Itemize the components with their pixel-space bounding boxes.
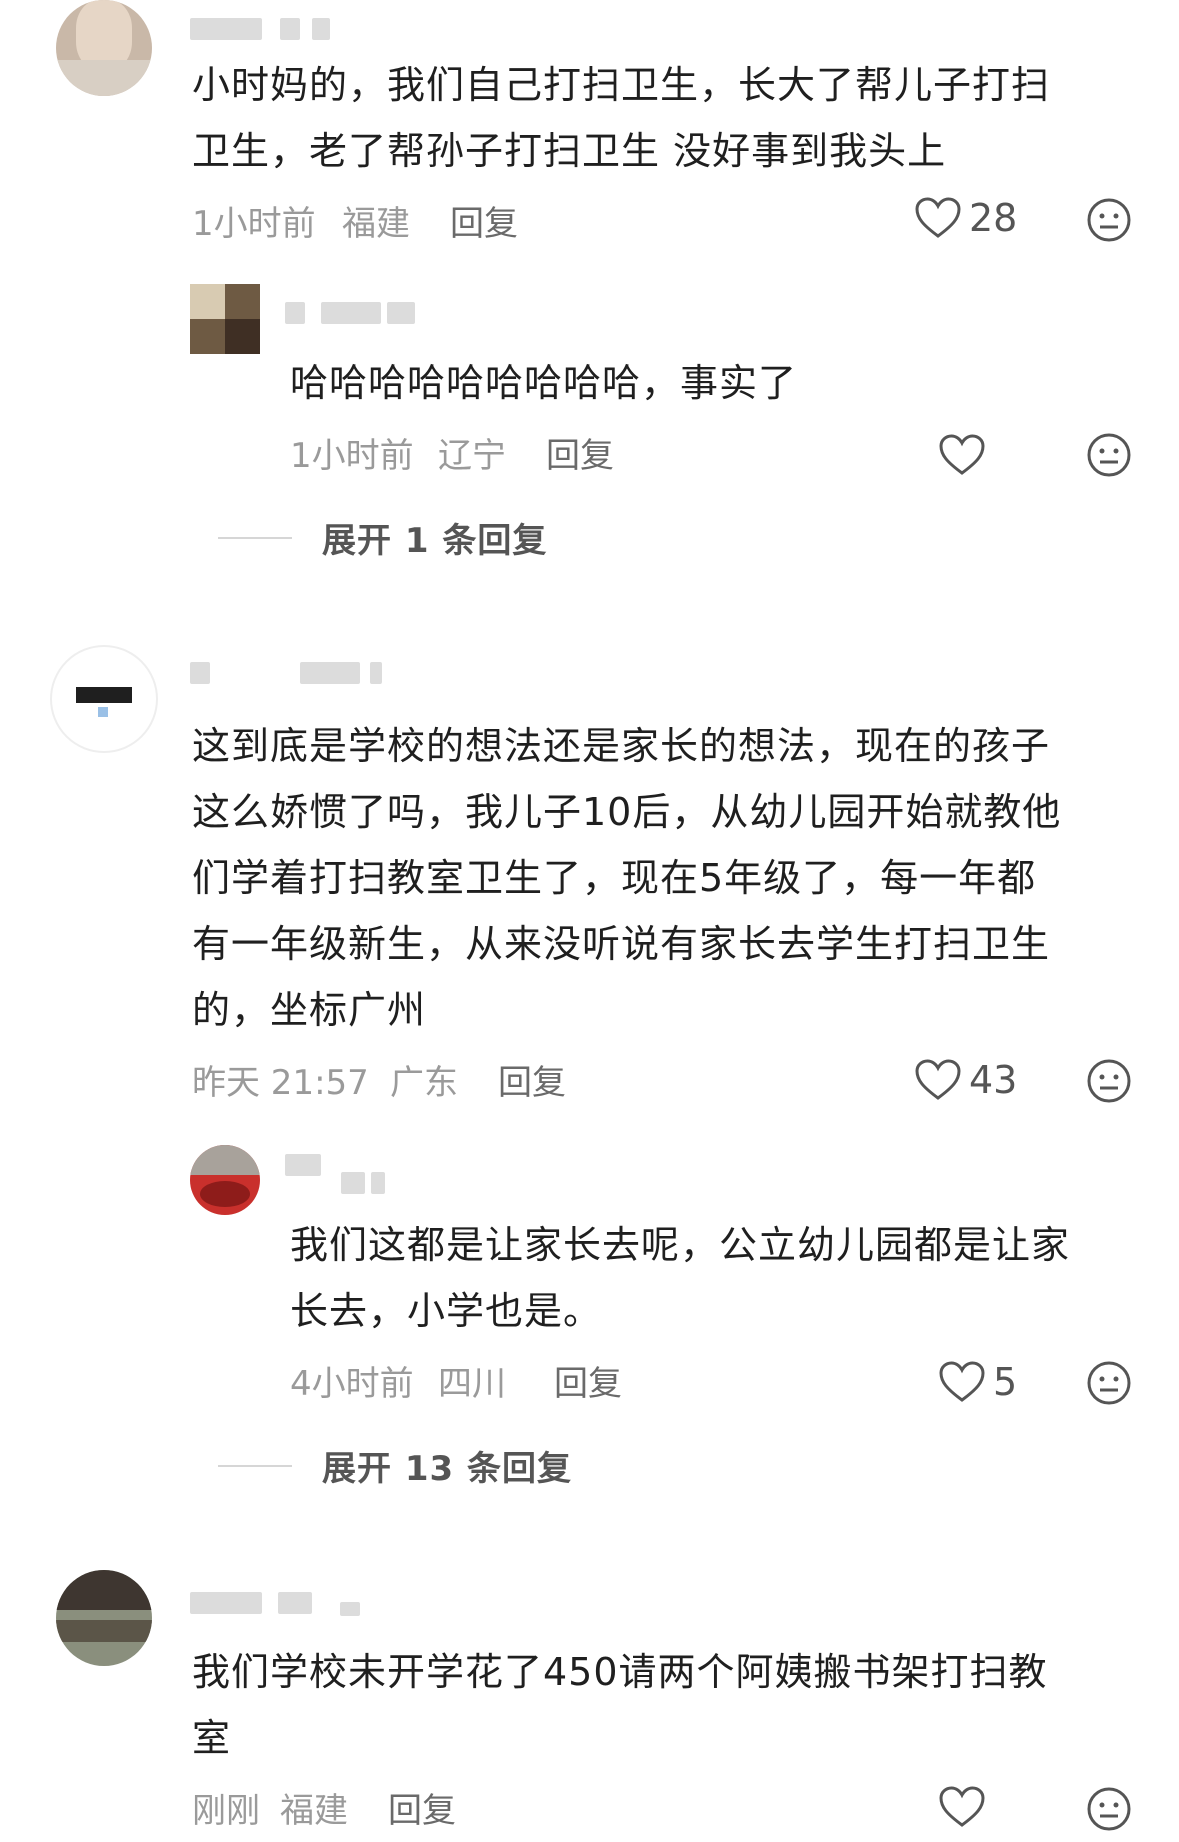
avatar[interactable]: [56, 1570, 152, 1666]
comment-text-line: 我们这都是让家长去呢，公立幼儿园都是让家: [290, 1223, 1071, 1267]
reply-button[interactable]: 回复: [450, 196, 518, 245]
avatar[interactable]: [56, 0, 152, 96]
expand-replies-button[interactable]: 展开 13 条回复: [218, 1441, 572, 1490]
username[interactable]: [285, 302, 415, 324]
like-button[interactable]: 28: [915, 196, 1017, 240]
like-button[interactable]: [939, 1786, 993, 1828]
comment-location: 广东: [390, 1063, 458, 1103]
username[interactable]: [190, 1592, 360, 1616]
comment-text-line: 们学着打扫教室卫生了，现在5年级了，每一年都: [192, 856, 1037, 900]
like-count: 5: [993, 1360, 1018, 1404]
neutral-face-icon[interactable]: [1086, 1058, 1132, 1104]
avatar[interactable]: [190, 1145, 260, 1215]
expand-replies-label: 展开 13 条回复: [322, 1449, 572, 1489]
neutral-face-icon[interactable]: [1086, 197, 1132, 243]
comment-text-line: 小时妈的，我们自己打扫卫生，长大了帮儿子打扫: [192, 63, 1051, 107]
comment-location: 福建: [280, 1791, 348, 1831]
reply-button[interactable]: 回复: [388, 1783, 456, 1832]
username[interactable]: [190, 662, 400, 684]
like-button[interactable]: [939, 434, 993, 476]
divider: [218, 536, 292, 539]
comment-time: 1小时前: [290, 436, 414, 476]
heart-icon: [939, 1361, 985, 1403]
like-button[interactable]: 5: [939, 1360, 1017, 1404]
heart-icon: [915, 1059, 961, 1101]
comment-text-line: 卫生，老了帮孙子打扫卫生 没好事到我头上: [192, 129, 947, 173]
username[interactable]: [190, 18, 330, 40]
comment-time: 1小时前: [192, 204, 316, 244]
reply-button[interactable]: 回复: [554, 1356, 622, 1405]
comment-text-line: 我们学校未开学花了450请两个阿姨搬书架打扫教: [192, 1650, 1048, 1694]
comment-time: 刚刚: [192, 1791, 260, 1831]
comment-text-line: 哈哈哈哈哈哈哈哈哈，事实了: [290, 361, 798, 405]
comment-location: 四川: [438, 1364, 506, 1404]
avatar[interactable]: [50, 645, 158, 753]
expand-replies-button[interactable]: 展开 1 条回复: [218, 513, 547, 562]
username[interactable]: [285, 1154, 395, 1194]
comment-text-line: 这么娇惯了吗，我儿子10后，从幼儿园开始就教他: [192, 790, 1062, 834]
comment-location: 辽宁: [438, 436, 506, 476]
comment-text-line: 的，坐标广州: [192, 988, 427, 1032]
like-button[interactable]: 43: [915, 1058, 1017, 1102]
comment-time: 4小时前: [290, 1364, 414, 1404]
expand-replies-label: 展开 1 条回复: [322, 521, 548, 561]
divider: [218, 1464, 292, 1467]
neutral-face-icon[interactable]: [1086, 1786, 1132, 1832]
like-count: 28: [969, 196, 1018, 240]
comment-location: 福建: [342, 204, 410, 244]
like-count: 43: [969, 1058, 1018, 1102]
heart-icon: [939, 1786, 985, 1828]
comment-text-line: 这到底是学校的想法还是家长的想法，现在的孩子: [192, 724, 1051, 768]
avatar[interactable]: [190, 284, 260, 354]
comment-text-line: 室: [192, 1716, 232, 1760]
reply-button[interactable]: 回复: [498, 1055, 566, 1104]
comment-text-line: 有一年级新生，从来没听说有家长去学生打扫卫生: [192, 922, 1051, 966]
comment-text-line: 长去，小学也是。: [290, 1289, 603, 1333]
comment-time: 昨天 21:57: [192, 1063, 369, 1103]
neutral-face-icon[interactable]: [1086, 1360, 1132, 1406]
heart-icon: [939, 434, 985, 476]
reply-button[interactable]: 回复: [546, 428, 614, 477]
heart-icon: [915, 197, 961, 239]
neutral-face-icon[interactable]: [1086, 432, 1132, 478]
